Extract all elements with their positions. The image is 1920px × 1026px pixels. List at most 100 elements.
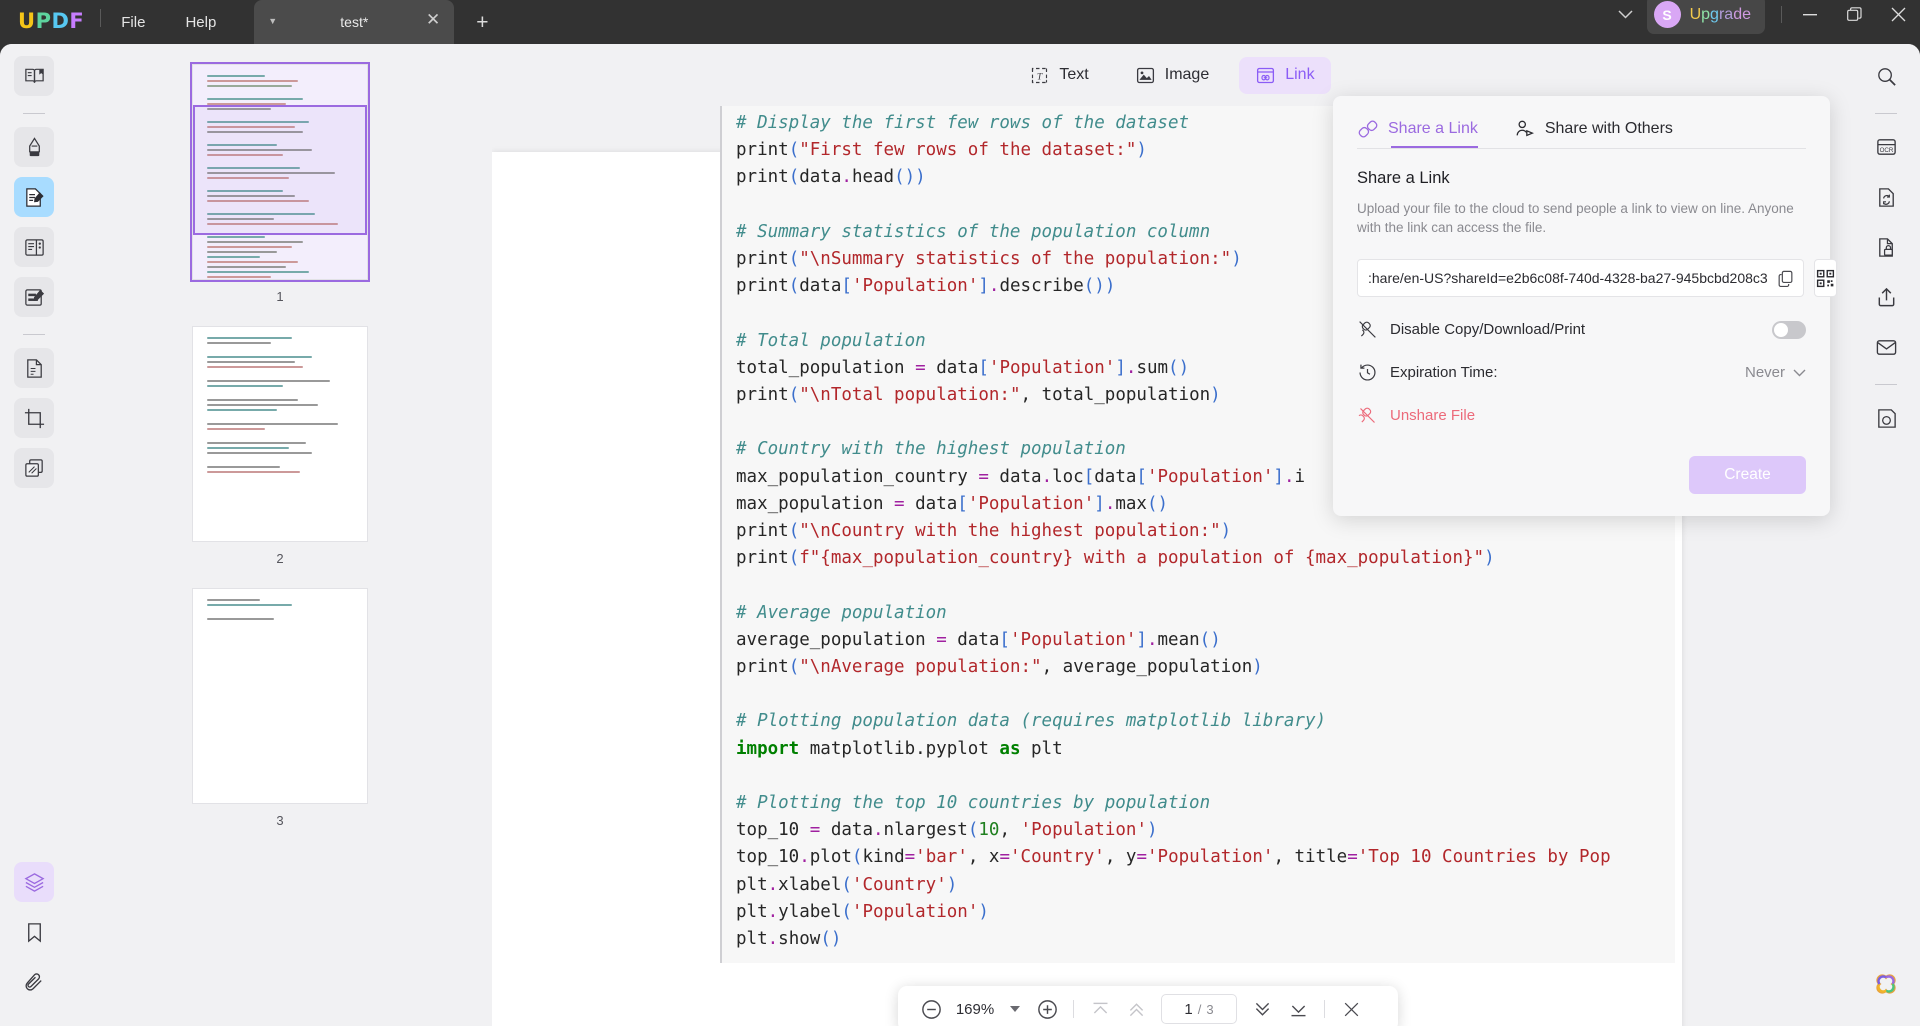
code-token: max_population_country	[736, 466, 979, 487]
updf-ai-flower-icon[interactable]	[1866, 964, 1906, 1004]
code-token: plt	[736, 929, 768, 950]
next-page-button[interactable]	[1245, 992, 1279, 1026]
close-toolbar-button[interactable]	[1334, 992, 1368, 1026]
create-button[interactable]: Create	[1689, 456, 1806, 494]
sidebar-item-bookmarks[interactable]	[14, 912, 54, 952]
code-token: (	[788, 548, 800, 569]
thumbnail-page-2[interactable]	[192, 326, 368, 542]
page-navigation-toolbar: 169% 1 / 3	[898, 986, 1398, 1026]
lock-document-icon[interactable]	[1866, 227, 1906, 267]
close-icon[interactable]: ✕	[426, 11, 440, 28]
code-token: =	[1347, 847, 1358, 868]
zoom-level-label: 169%	[955, 1000, 995, 1018]
code-token: , average_population	[1041, 657, 1253, 678]
code-token: 'Population'	[1009, 629, 1137, 650]
code-token: ()	[1199, 629, 1221, 650]
copy-icon[interactable]	[1776, 269, 1795, 288]
tab-share-with-others-label: Share with Others	[1544, 120, 1673, 137]
close-icon[interactable]	[1876, 2, 1920, 28]
share-upload-icon[interactable]	[1866, 277, 1906, 317]
window-controls-divider	[1781, 6, 1782, 23]
last-page-button[interactable]	[1281, 992, 1315, 1026]
code-token: [	[999, 629, 1010, 650]
upgrade-label: Upgrade	[1689, 5, 1751, 23]
broken-link-icon	[1357, 405, 1378, 426]
code-token: data	[799, 276, 842, 297]
upgrade-button[interactable]: S Upgrade	[1646, 0, 1765, 34]
tool-text-button[interactable]: T Text	[1013, 57, 1104, 94]
code-token: (	[851, 847, 863, 868]
sidebar-item-form[interactable]	[14, 277, 54, 317]
sidebar-item-layers[interactable]	[14, 862, 54, 902]
code-token: 'Population'	[851, 901, 979, 922]
menu-file[interactable]: File	[101, 14, 165, 31]
logo-letter-d: D	[51, 9, 70, 33]
chevron-down-icon[interactable]	[1604, 10, 1647, 19]
code-token: plt	[736, 874, 768, 895]
document-tab[interactable]: ▼ test* ✕	[254, 0, 455, 44]
code-line: print(f"{max_population_country} with a …	[736, 545, 1675, 572]
sidebar-item-attachments[interactable]	[14, 962, 54, 1002]
tab-share-a-link-label: Share a Link	[1388, 120, 1478, 137]
menu-help[interactable]: Help	[165, 14, 236, 31]
share-url-input[interactable]: :hare/en-US?shareId=e2b6c08f-740d-4328-b…	[1357, 259, 1804, 297]
code-token: data	[820, 820, 873, 841]
expiration-time-row: Expiration Time: Never	[1357, 362, 1806, 383]
disable-copy-toggle[interactable]	[1772, 320, 1806, 339]
code-token: , y	[1104, 847, 1137, 868]
zoom-dropdown-button[interactable]	[1002, 1005, 1028, 1013]
page-number-input[interactable]: 1 / 3	[1161, 994, 1237, 1024]
first-page-button[interactable]	[1083, 992, 1117, 1026]
sidebar-item-reader[interactable]	[14, 56, 54, 96]
search-icon[interactable]	[1866, 56, 1906, 96]
code-token: ,	[999, 820, 1021, 841]
tool-link-button[interactable]: Link	[1239, 56, 1331, 94]
tab-share-a-link[interactable]: Share a Link	[1357, 110, 1478, 148]
sidebar-item-compare[interactable]	[14, 448, 54, 488]
code-token: .	[988, 276, 1000, 297]
prev-page-button[interactable]	[1119, 992, 1153, 1026]
unshare-file-row[interactable]: Unshare File	[1357, 405, 1806, 426]
tool-image-button[interactable]: Image	[1119, 57, 1225, 94]
page-thumbnails-panel[interactable]: 1 2 3	[68, 44, 492, 1026]
logo-letter-f: F	[69, 9, 85, 33]
sidebar-item-edit-pdf[interactable]	[14, 177, 54, 217]
code-token: data	[1094, 466, 1137, 487]
thumbnail-preview-lines-3	[193, 589, 367, 633]
thumbnail-page-3[interactable]	[192, 588, 368, 804]
code-token: (	[788, 249, 800, 270]
thumbnail-page-1[interactable]	[190, 62, 370, 282]
left-toolbar	[0, 44, 68, 1026]
code-token: max	[1115, 493, 1147, 514]
sidebar-item-crop[interactable]	[14, 398, 54, 438]
zoom-out-button[interactable]	[914, 992, 948, 1026]
convert-file-icon[interactable]	[1866, 177, 1906, 217]
minimize-icon[interactable]	[1788, 2, 1832, 28]
code-token: loc	[1052, 466, 1084, 487]
code-token: [	[978, 357, 989, 378]
code-token: f"{max_population_country} with a popula…	[799, 548, 1485, 569]
code-token: =	[936, 629, 947, 650]
viewport-indicator[interactable]	[193, 105, 367, 235]
sidebar-item-page[interactable]	[14, 348, 54, 388]
code-token: 'bar'	[915, 847, 968, 868]
sidebar-item-organize-pages[interactable]	[14, 227, 54, 267]
sidebar-item-annotate[interactable]	[14, 127, 54, 167]
qr-code-icon[interactable]	[1813, 259, 1837, 297]
code-token: total_population	[736, 357, 916, 378]
code-token: ()	[894, 167, 916, 188]
plus-icon[interactable]: +	[476, 12, 488, 33]
ocr-icon[interactable]: OCR	[1866, 127, 1906, 167]
code-token: (	[788, 167, 800, 188]
code-token: , title	[1273, 847, 1348, 868]
code-token: print	[736, 249, 789, 270]
page-separator: /	[1197, 1001, 1202, 1017]
code-token: print	[736, 385, 789, 406]
floppy-save-icon[interactable]	[1866, 398, 1906, 438]
tab-share-with-others[interactable]: Share with Others	[1514, 110, 1673, 148]
expiration-time-select[interactable]: Never	[1745, 364, 1806, 381]
envelope-icon[interactable]	[1866, 327, 1906, 367]
caret-down-icon[interactable]: ▼	[268, 16, 277, 26]
zoom-in-button[interactable]	[1030, 992, 1064, 1026]
maximize-icon[interactable]	[1832, 2, 1876, 28]
